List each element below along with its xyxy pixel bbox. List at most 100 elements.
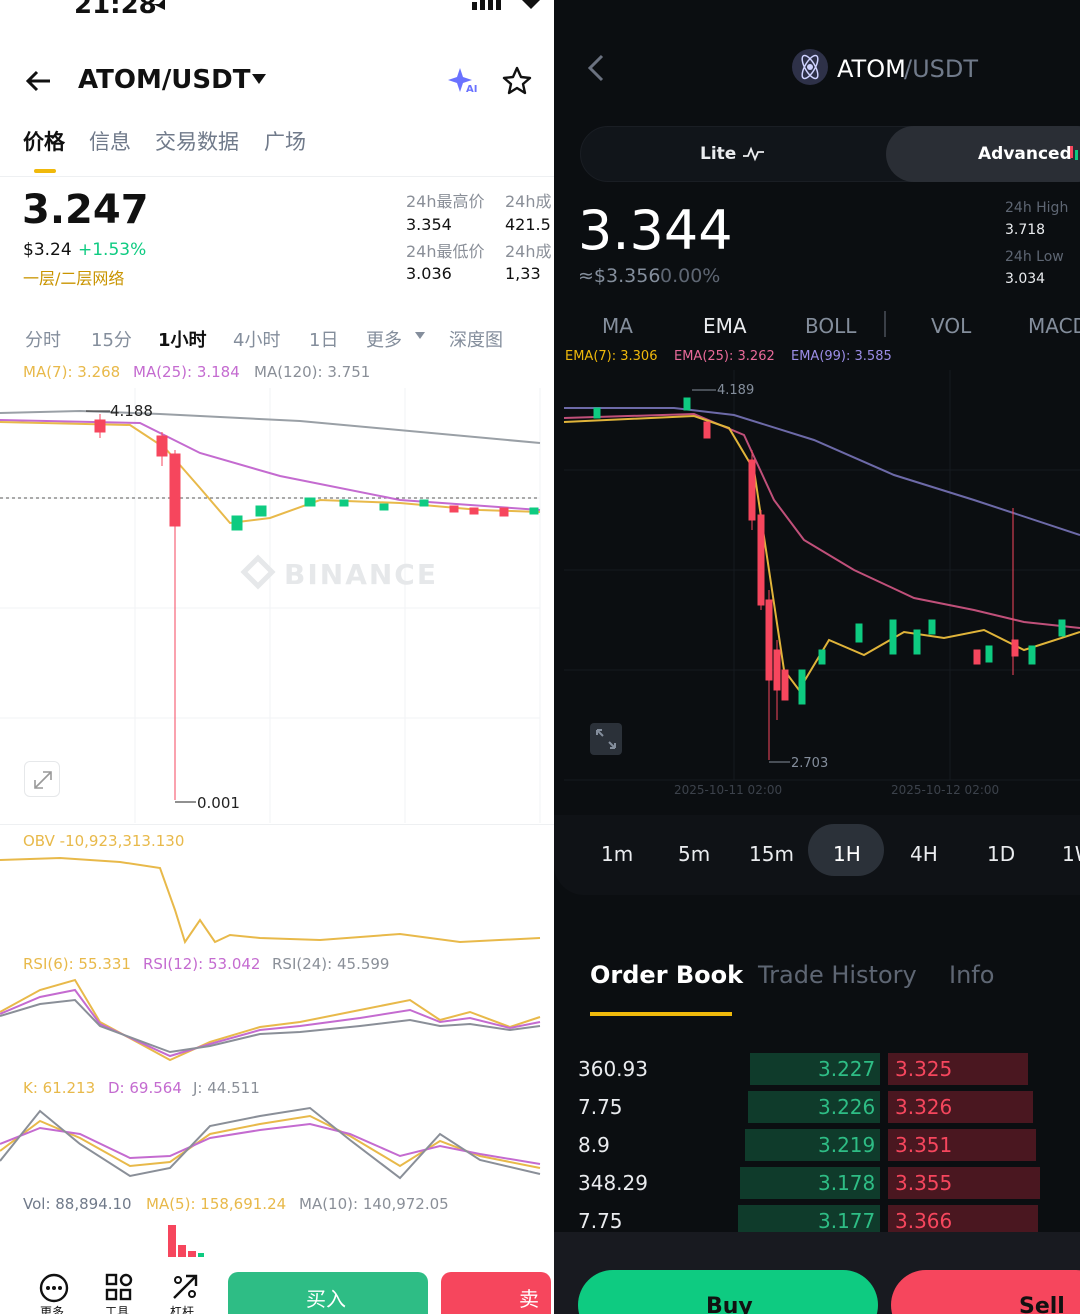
- timeframe-more[interactable]: 更多: [366, 326, 402, 352]
- mode-advanced[interactable]: Advanced: [978, 146, 1072, 163]
- buy-button-label: 买入: [306, 1287, 346, 1311]
- ask-price: 3.366: [895, 1209, 953, 1233]
- fullscreen-button[interactable]: [24, 761, 60, 797]
- timeframe-1d[interactable]: 1日: [309, 326, 338, 352]
- rsi24-legend: RSI(24): 45.599: [272, 955, 390, 973]
- sell-button-label: Sell: [1019, 1294, 1065, 1314]
- ema99-legend: EMA(99): 3.585: [791, 349, 892, 364]
- timeframe-1d[interactable]: 1D: [987, 842, 1015, 866]
- order-book-row[interactable]: 360.93 3.227 3.325: [554, 1053, 1080, 1085]
- tab-price[interactable]: 价格: [23, 132, 65, 153]
- low-value: 3.036: [406, 264, 452, 283]
- high-label: 24h最高价: [406, 192, 485, 211]
- high-value: 3.718: [1005, 222, 1046, 238]
- timeframe-4h[interactable]: 4H: [910, 842, 938, 866]
- order-qty: 360.93: [578, 1057, 648, 1081]
- price-usd: ≈$3.356: [578, 265, 661, 287]
- ask-price: 3.325: [895, 1057, 953, 1081]
- tab-trade-data[interactable]: 交易数据: [155, 132, 239, 153]
- star-icon[interactable]: [502, 66, 532, 96]
- main-candle-chart[interactable]: 4.189 2.703 2025-10-11 02:00 2025-10-12 …: [554, 370, 1080, 810]
- expand-icon: [596, 729, 616, 749]
- indicator-ema[interactable]: EMA: [703, 314, 747, 338]
- timeframe-15m[interactable]: 15分: [91, 326, 132, 352]
- more-dropdown-icon[interactable]: [414, 331, 426, 340]
- right-app-panel: ATOM /USDT Lite Advanced 3.344 ≈$3.356 0…: [554, 0, 1080, 1314]
- tab-price-underline: [34, 169, 56, 173]
- tabs-divider: [0, 176, 554, 177]
- sell-button[interactable]: Sell: [891, 1270, 1080, 1314]
- pair-dropdown-icon[interactable]: [250, 72, 268, 86]
- indicator-macd[interactable]: MACD: [1028, 314, 1080, 338]
- timeframe-line[interactable]: 分时: [25, 326, 61, 352]
- wifi-icon: [522, 0, 540, 9]
- timeframe-1w[interactable]: 1W: [1062, 842, 1080, 866]
- candles-red: [703, 421, 1019, 760]
- indicator-ma[interactable]: MA: [602, 314, 633, 338]
- tab-trade-history[interactable]: Trade History: [758, 963, 917, 987]
- high-label: 24h High: [1005, 200, 1069, 216]
- pair-title[interactable]: ATOM/USDT: [78, 67, 250, 93]
- ask-price: 3.355: [895, 1171, 953, 1195]
- buy-button[interactable]: Buy: [578, 1270, 878, 1314]
- back-arrow-icon[interactable]: [24, 66, 54, 96]
- low-marker: 0.001: [197, 794, 240, 812]
- main-candle-chart[interactable]: 4.188 0.001 BINANCE: [0, 388, 554, 828]
- timeframe-5m[interactable]: 5m: [678, 842, 710, 866]
- tools-label[interactable]: 工具: [105, 1306, 129, 1314]
- date-label-1: 2025-10-11 02:00: [674, 783, 782, 797]
- timeframe-1m[interactable]: 1m: [601, 842, 633, 866]
- volume-chart: [168, 1225, 204, 1257]
- low-value: 3.034: [1005, 271, 1046, 287]
- tab-info[interactable]: 信息: [89, 132, 131, 153]
- buy-button-label: Buy: [706, 1294, 753, 1314]
- sell-button[interactable]: 卖: [441, 1272, 551, 1314]
- ema99-line: [564, 407, 1080, 536]
- indicator-vol[interactable]: VOL: [931, 314, 971, 338]
- date-label-2: 2025-10-12 02:00: [891, 783, 999, 797]
- order-book-row[interactable]: 348.29 3.178 3.355: [554, 1167, 1080, 1199]
- chart-grid: [0, 388, 541, 823]
- indicator-divider: [884, 311, 886, 337]
- left-app-panel: 21:28 ATOM/USDT AI 价格 信息 交易数据 广场 3.247 $…: [0, 0, 554, 1314]
- timeframe-15m[interactable]: 15m: [749, 842, 794, 866]
- low-label: 24h最低价: [406, 242, 485, 261]
- high-value: 3.354: [406, 215, 452, 234]
- timeframe-depth[interactable]: 深度图: [449, 326, 503, 352]
- order-qty: 8.9: [578, 1133, 610, 1157]
- order-book-row[interactable]: 8.9 3.219 3.351: [554, 1129, 1080, 1161]
- pair-quote: /USDT: [904, 55, 979, 83]
- indicator-boll[interactable]: BOLL: [805, 314, 856, 338]
- tab-square[interactable]: 广场: [264, 132, 306, 153]
- ai-badge: AI: [466, 84, 478, 95]
- order-book-underline: [590, 1012, 732, 1016]
- tab-order-book[interactable]: Order Book: [590, 963, 743, 987]
- timeframe-1h[interactable]: 1H: [833, 842, 861, 866]
- back-chevron-icon[interactable]: [584, 52, 608, 84]
- leverage-icon[interactable]: [170, 1272, 200, 1302]
- mute-icon: [153, 0, 165, 10]
- rsi-chart: [0, 978, 541, 1062]
- signal-icon: [472, 0, 501, 10]
- more-label[interactable]: 更多: [40, 1306, 64, 1314]
- ask-price: 3.326: [895, 1095, 953, 1119]
- mode-lite[interactable]: Lite: [700, 146, 736, 163]
- timeframe-4h[interactable]: 4小时: [233, 326, 280, 352]
- vol-ma10-legend: MA(10): 140,972.05: [299, 1195, 449, 1213]
- low-marker: 2.703: [791, 756, 828, 771]
- buy-button[interactable]: 买入: [228, 1272, 428, 1314]
- kdj-chart: [0, 1106, 541, 1180]
- order-book-row[interactable]: 7.75 3.226 3.326: [554, 1091, 1080, 1123]
- chart-grid: [564, 370, 1080, 781]
- fullscreen-button[interactable]: [590, 723, 622, 755]
- more-icon[interactable]: [38, 1272, 70, 1304]
- d-legend: D: 69.564: [108, 1079, 182, 1097]
- leverage-label[interactable]: 杠杆: [170, 1306, 194, 1314]
- last-price: 3.247: [22, 187, 149, 233]
- timeframe-1h[interactable]: 1小时: [158, 326, 207, 352]
- network-tag[interactable]: 一层/二层网络: [23, 271, 124, 287]
- tools-icon[interactable]: [104, 1272, 134, 1302]
- tab-info[interactable]: Info: [949, 963, 994, 987]
- vol-ma5-legend: MA(5): 158,691.24: [146, 1195, 287, 1213]
- ema7-legend: EMA(7): 3.306: [565, 349, 658, 364]
